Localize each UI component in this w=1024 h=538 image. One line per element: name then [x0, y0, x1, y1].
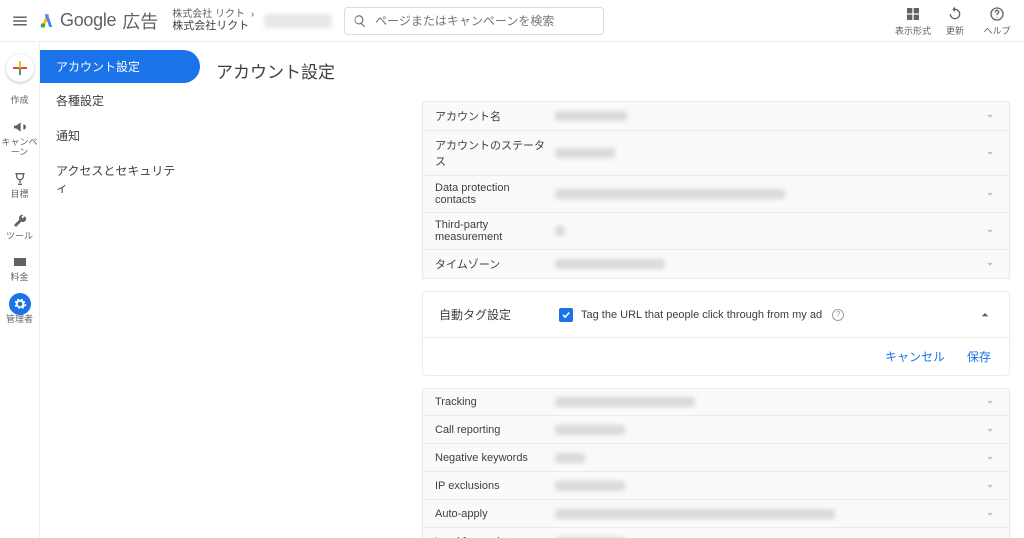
cancel-button[interactable]: キャンセル [885, 348, 945, 365]
row-label: Call reporting [435, 418, 555, 442]
settings-row[interactable]: アカウント名 [422, 101, 1010, 131]
subnav-active[interactable]: アカウント設定 [40, 50, 200, 83]
row-value-redacted [555, 481, 983, 491]
row-value-redacted [555, 259, 983, 269]
account-breadcrumb[interactable]: 株式会社 リクト › 株式会社リクト [172, 9, 254, 32]
help-icon [989, 6, 1005, 22]
row-label: Data protection contacts [435, 176, 555, 212]
chevron-down-icon [983, 423, 997, 437]
row-label: アカウント名 [435, 102, 555, 130]
row-label: Auto-apply [435, 502, 555, 526]
settings-row[interactable]: Call reporting [422, 416, 1010, 444]
left-rail: 作成 キャンペーン 目標 ツール 料金 管理者 [0, 42, 40, 538]
row-label: アカウントのステータス [435, 131, 555, 175]
wrench-icon [12, 213, 28, 229]
settings-row[interactable]: Negative keywords [422, 444, 1010, 472]
chevron-down-icon [983, 395, 997, 409]
account-id-redacted [264, 14, 332, 28]
chevron-right-icon: › [251, 9, 254, 20]
row-value-redacted [555, 111, 983, 121]
chevron-down-icon [983, 109, 997, 123]
credit-card-icon [12, 254, 28, 270]
page-title: アカウント設定 [216, 58, 1010, 83]
settings-row[interactable]: Tracking [422, 388, 1010, 416]
gear-icon [13, 297, 27, 311]
row-value-redacted [555, 148, 983, 158]
create-fab[interactable] [6, 54, 34, 82]
brand-sub: 広告 [122, 8, 158, 34]
chevron-down-icon [983, 535, 997, 538]
auto-tagging-checkbox-label: Tag the URL that people click through fr… [581, 309, 822, 321]
refresh-action[interactable]: 更新 [934, 5, 976, 37]
settings-row[interactable]: タイムゾーン [422, 250, 1010, 279]
main-content: アカウント設定 アカウント名アカウントのステータスData protection… [200, 42, 1024, 538]
chevron-down-icon [983, 451, 997, 465]
chevron-down-icon [983, 187, 997, 201]
account-path-line1: 株式会社 リクト [172, 9, 245, 20]
rail-campaigns[interactable]: キャンペーン [0, 118, 40, 158]
refresh-icon [947, 6, 963, 22]
megaphone-icon [12, 119, 28, 135]
appearance-icon [905, 6, 921, 22]
sub-nav: アカウント設定 各種設定 通知 アクセスとセキュリティ [40, 42, 200, 538]
brand-text: Google [60, 10, 116, 31]
ads-logo-icon [38, 12, 56, 30]
row-value-redacted [555, 189, 983, 199]
rail-tools[interactable]: ツール [0, 212, 40, 242]
row-label: IP exclusions [435, 474, 555, 498]
settings-row[interactable]: Auto-apply [422, 500, 1010, 528]
subnav-item-access[interactable]: アクセスとセキュリティ [40, 153, 200, 205]
row-label: Lead form ads terms [435, 530, 555, 538]
row-value-redacted [555, 226, 983, 236]
trophy-icon [12, 171, 28, 187]
row-label: タイムゾーン [435, 250, 555, 278]
search-icon [353, 14, 367, 28]
settings-row[interactable]: Third-party measurement [422, 213, 1010, 250]
subnav-item-settings[interactable]: 各種設定 [40, 83, 200, 118]
search-field[interactable] [344, 7, 604, 35]
rail-create[interactable]: 作成 [0, 94, 40, 106]
settings-row[interactable]: Lead form ads terms [422, 528, 1010, 538]
settings-panel-2: Tracking Call reporting Negative keywords I… [422, 388, 1010, 538]
account-path-line2: 株式会社リクト [172, 20, 254, 32]
chevron-down-icon [983, 479, 997, 493]
row-value-redacted [555, 509, 983, 519]
settings-row[interactable]: IP exclusions [422, 472, 1010, 500]
subnav-item-notifications[interactable]: 通知 [40, 118, 200, 153]
row-label: Tracking [435, 390, 555, 414]
checkbox-checked-icon[interactable] [559, 308, 573, 322]
chevron-down-icon [983, 224, 997, 238]
chevron-down-icon [983, 257, 997, 271]
help-icon[interactable]: ? [832, 309, 844, 321]
row-value-redacted [555, 397, 983, 407]
row-value-redacted [555, 453, 983, 463]
rail-billing[interactable]: 料金 [0, 253, 40, 283]
plus-icon [13, 61, 27, 75]
help-action[interactable]: ヘルプ [976, 5, 1018, 37]
chevron-down-icon [983, 146, 997, 160]
rail-goals[interactable]: 目標 [0, 170, 40, 200]
row-label: Third-party measurement [435, 213, 555, 249]
row-label: Negative keywords [435, 446, 555, 470]
chevron-down-icon [983, 507, 997, 521]
save-button[interactable]: 保存 [967, 348, 991, 365]
menu-icon[interactable] [6, 7, 34, 35]
settings-row[interactable]: Data protection contacts [422, 176, 1010, 213]
row-value-redacted [555, 425, 983, 435]
rail-admin[interactable]: 管理者 [0, 295, 40, 325]
auto-tagging-label: 自動タグ設定 [439, 306, 559, 323]
product-logo[interactable]: Google 広告 [38, 8, 158, 34]
auto-tagging-card: 自動タグ設定 Tag the URL that people click thr… [422, 291, 1010, 376]
settings-row[interactable]: アカウントのステータス [422, 131, 1010, 176]
top-bar: Google 広告 株式会社 リクト › 株式会社リクト 表示形式 更新 ヘルプ [0, 0, 1024, 42]
appearance-action[interactable]: 表示形式 [892, 5, 934, 37]
auto-tagging-checkbox-row[interactable]: Tag the URL that people click through fr… [559, 308, 844, 322]
settings-panel-1: アカウント名アカウントのステータスData protection contact… [422, 101, 1010, 279]
collapse-icon[interactable] [977, 307, 993, 323]
search-input[interactable] [375, 14, 595, 28]
